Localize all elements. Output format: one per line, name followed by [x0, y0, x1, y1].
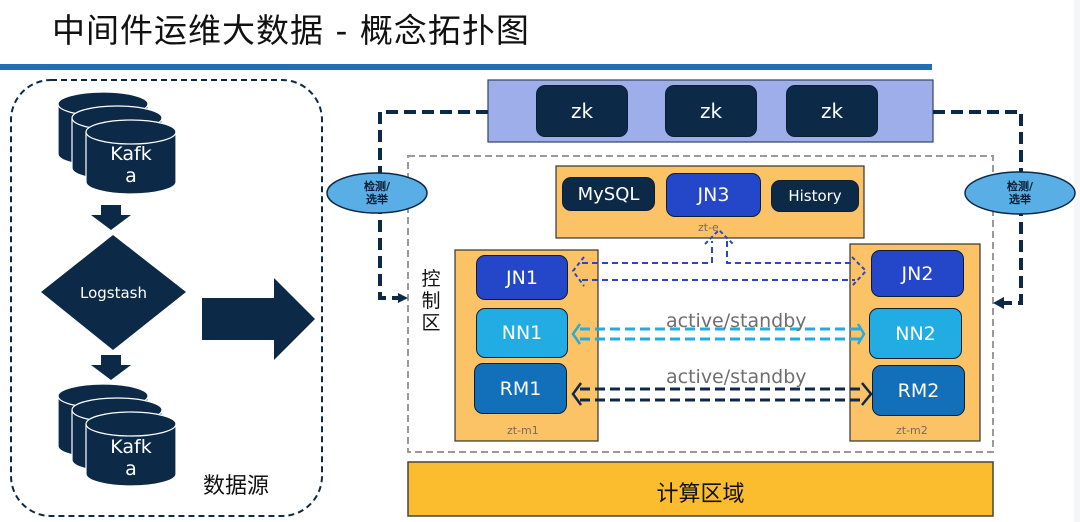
election-right-line2: 选举	[1009, 193, 1031, 206]
control-zone-label: 控 制 区	[420, 268, 442, 334]
election-label-left: 检测/ 选举	[347, 180, 407, 206]
host-label-zt-m2: zt-m2	[896, 424, 928, 437]
down-arrow-icon	[91, 205, 131, 230]
jn2-node[interactable]: JN2	[871, 250, 964, 297]
nn2-node[interactable]: NN2	[869, 308, 962, 359]
kafka-top-label-line1: Kafk	[110, 143, 152, 165]
logstash-label: Logstash	[79, 284, 147, 302]
kafka-top-label: Kafk a	[86, 140, 176, 190]
jn1-node[interactable]: JN1	[476, 255, 568, 300]
compute-zone-label: 计算区域	[656, 482, 745, 507]
rm2-node[interactable]: RM2	[872, 365, 965, 416]
election-right-line1: 检测/	[1006, 180, 1034, 193]
rm-active-standby-link	[580, 387, 862, 402]
election-left-line2: 选举	[366, 193, 388, 206]
zk-node-2[interactable]: zk	[665, 85, 757, 137]
jn3-node[interactable]: JN3	[666, 173, 761, 217]
control-zone-char: 区	[421, 312, 441, 334]
zk-node-1[interactable]: zk	[536, 85, 628, 137]
kafka-bottom-label: Kafk a	[86, 433, 176, 483]
right-arrow-icon	[202, 278, 315, 360]
down-arrow-icon	[91, 355, 131, 380]
host-label-zt-m1: zt-m1	[507, 424, 539, 437]
zk-node-3[interactable]: zk	[786, 85, 878, 137]
arrow-head-icon	[993, 297, 1004, 309]
kafka-top-label-line2: a	[125, 165, 137, 187]
control-zone-char: 制	[421, 290, 441, 312]
election-left-line1: 检测/	[363, 180, 391, 193]
rm-link-label: active/standby	[666, 366, 807, 388]
arrow-head-icon	[398, 293, 408, 303]
rm1-node[interactable]: RM1	[474, 363, 567, 414]
data-source-label: 数据源	[203, 474, 270, 499]
election-label-right: 检测/ 选举	[990, 180, 1050, 206]
nn1-node[interactable]: NN1	[476, 308, 568, 358]
host-label-zt-e: zt-e	[698, 221, 719, 234]
jn-link	[582, 241, 855, 281]
kafka-bottom-label-line1: Kafk	[110, 436, 152, 458]
nn-link-label: active/standby	[666, 310, 807, 332]
control-zone-char: 控	[421, 268, 441, 290]
kafka-bottom-label-line2: a	[125, 458, 137, 480]
history-node[interactable]: History	[771, 180, 859, 212]
mysql-node[interactable]: MySQL	[562, 177, 655, 211]
